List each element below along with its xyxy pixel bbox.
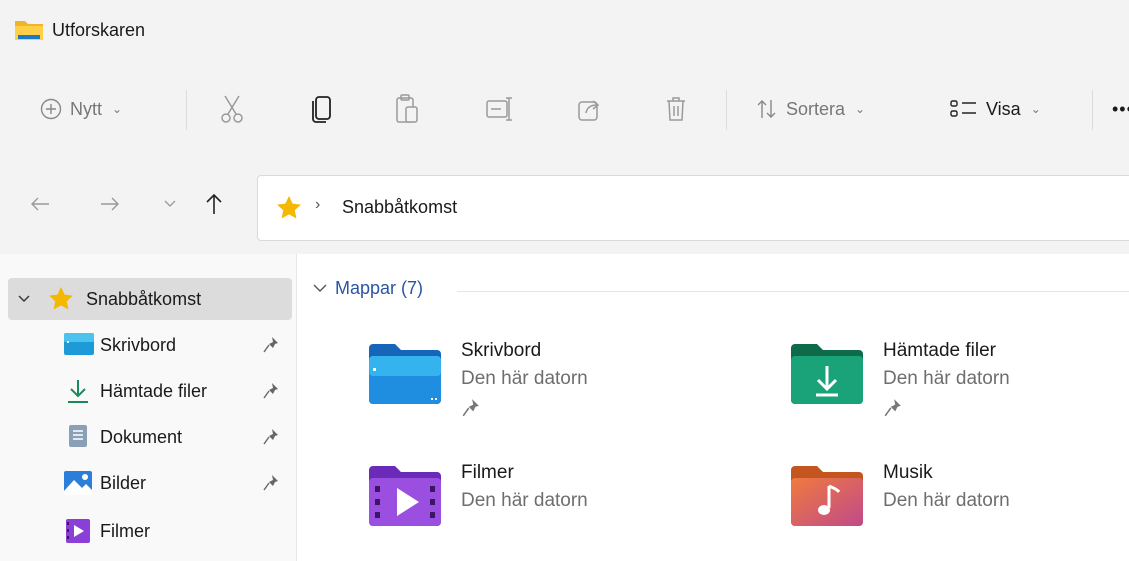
group-header-folders[interactable]: Mappar (7) (313, 278, 423, 299)
pictures-icon (64, 471, 92, 495)
scissors-icon (221, 95, 243, 123)
group-divider (457, 291, 1129, 292)
chevron-down-icon (18, 295, 30, 302)
folder-location: Den här datorn (461, 490, 588, 511)
downloads-folder-icon (791, 344, 863, 404)
address-bar-row: › Snabbåtkomst (0, 158, 1129, 254)
view-label: Visa (986, 98, 1021, 119)
delete-button[interactable] (664, 82, 688, 136)
view-list-icon (950, 100, 976, 117)
folder-tile[interactable]: Filmer Den här datorn (367, 460, 767, 560)
content-pane: Mappar (7) Skrivbord Den här datorn Hämt… (297, 254, 1129, 561)
toolbar-divider (1092, 90, 1093, 130)
folder-location: Den här datorn (461, 368, 588, 389)
sidebar-item-quick-access[interactable]: Snabbåtkomst (8, 278, 292, 320)
folder-tile[interactable]: Hämtade filer Den här datorn (789, 338, 1129, 438)
folder-name: Filmer (461, 462, 514, 483)
paste-button[interactable] (394, 82, 420, 136)
navigation-pane: Snabbåtkomst Skrivbord Hämtade filer Dok… (0, 254, 297, 561)
folder-name: Hämtade filer (883, 340, 996, 361)
arrow-left-icon (31, 197, 49, 211)
up-button[interactable] (198, 188, 230, 220)
desktop-folder-icon (64, 333, 94, 355)
pin-icon[interactable] (263, 428, 279, 446)
sort-button[interactable]: Sortera ⌄ (756, 82, 865, 136)
rename-button[interactable] (485, 82, 515, 136)
star-icon (49, 287, 73, 310)
sidebar-item-label: Filmer (100, 521, 150, 541)
address-bar[interactable]: › Snabbåtkomst (257, 175, 1129, 241)
pin-icon (462, 399, 479, 417)
group-label: Mappar (7) (335, 278, 424, 298)
chevron-down-icon (164, 200, 176, 207)
view-button[interactable]: Visa ⌄ (950, 82, 1041, 136)
sort-arrows-icon (757, 100, 776, 118)
copy-button[interactable] (310, 82, 334, 136)
sidebar-item-label: Snabbåtkomst (86, 289, 202, 309)
folder-name: Skrivbord (461, 340, 542, 361)
chevron-down-icon: ⌄ (1030, 102, 1041, 116)
desktop-folder-icon (369, 344, 441, 404)
recent-locations-button[interactable] (154, 188, 186, 220)
cut-button[interactable] (219, 82, 245, 136)
sidebar-item-label: Bilder (100, 473, 147, 493)
sidebar-item-label: Hämtade filer (100, 381, 208, 401)
folder-location: Den här datorn (883, 490, 1010, 511)
trash-icon (667, 97, 685, 121)
share-icon (578, 100, 600, 121)
toolbar-divider (186, 90, 187, 130)
back-button[interactable] (24, 188, 56, 220)
forward-button[interactable] (94, 188, 126, 220)
folder-name: Musik (883, 462, 933, 483)
folder-tile[interactable]: Musik Den här datorn (789, 460, 1129, 560)
download-icon (68, 380, 88, 403)
videos-icon (66, 519, 90, 543)
window-title: Utforskaren (52, 20, 146, 40)
pin-icon[interactable] (263, 474, 279, 492)
sort-label: Sortera (786, 98, 846, 119)
chevron-down-icon: ⌄ (112, 102, 123, 116)
sidebar-item-label: Dokument (100, 427, 183, 447)
pin-icon[interactable] (263, 336, 279, 354)
folder-app-icon (15, 21, 43, 40)
pin-icon[interactable] (263, 382, 279, 400)
sidebar-item-videos[interactable]: Filmer (8, 510, 292, 552)
new-button[interactable]: Nytt ⌄ (40, 82, 122, 136)
star-icon (277, 196, 301, 219)
paste-icon (396, 94, 418, 123)
toolbar-divider (726, 90, 727, 130)
folder-location: Den här datorn (883, 368, 1010, 389)
new-label: Nytt (70, 98, 103, 119)
folder-tile[interactable]: Skrivbord Den här datorn (367, 338, 767, 438)
copy-icon (312, 96, 331, 123)
arrow-right-icon (101, 197, 119, 211)
pin-icon (884, 399, 901, 417)
chevron-down-icon: ⌄ (855, 102, 866, 116)
title-bar: Utforskaren (0, 0, 1129, 62)
sidebar-item-desktop[interactable]: Skrivbord (8, 324, 292, 366)
plus-circle-icon (40, 98, 62, 120)
arrow-up-icon (206, 193, 222, 214)
document-icon (69, 425, 87, 447)
command-bar: Nytt ⌄ Sortera ⌄ Visa ⌄ •• (0, 62, 1129, 159)
sidebar-item-label: Skrivbord (100, 335, 177, 355)
chevron-down-icon (313, 284, 327, 292)
share-button[interactable] (577, 82, 603, 136)
music-folder-icon (791, 466, 863, 526)
sidebar-item-downloads[interactable]: Hämtade filer (8, 370, 292, 412)
videos-folder-icon (369, 466, 441, 526)
breadcrumb-item[interactable]: Snabbåtkomst (342, 197, 457, 218)
more-options-button[interactable]: ••• (1112, 82, 1129, 136)
more-label: ••• (1112, 98, 1129, 119)
breadcrumb-chevron-icon: › (315, 196, 321, 213)
sidebar-item-documents[interactable]: Dokument (8, 416, 292, 458)
rename-icon (486, 97, 512, 121)
sidebar-item-pictures[interactable]: Bilder (8, 462, 292, 504)
file-explorer-window: Utforskaren Nytt ⌄ Sortera ⌄ Visa ⌄ •• ›… (0, 0, 1129, 561)
